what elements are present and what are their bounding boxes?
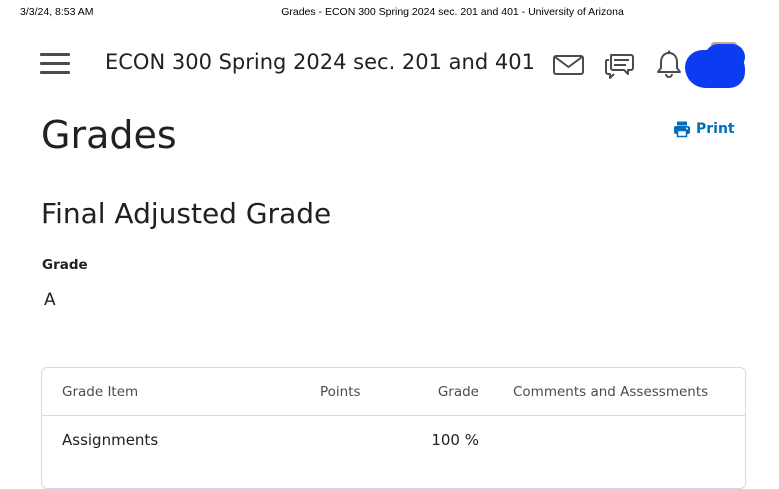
- row-grade-item: Assignments: [62, 431, 159, 449]
- header-grade: Grade: [437, 384, 479, 400]
- row-grade: 100 %: [431, 431, 479, 449]
- page-title: Grades: [41, 113, 177, 157]
- course-title[interactable]: ECON 300 Spring 2024 sec. 201 and 401: [105, 50, 535, 74]
- table-header: Grade Item Points Grade Comments and Ass…: [42, 368, 745, 416]
- print-header: 3/3/24, 8:53 AM Grades - ECON 300 Spring…: [0, 0, 779, 22]
- navbar: ECON 300 Spring 2024 sec. 201 and 401: [0, 36, 779, 92]
- print-label: Print: [696, 121, 735, 137]
- grades-table: Grade Item Points Grade Comments and Ass…: [41, 367, 746, 489]
- grade-label: Grade: [42, 257, 88, 273]
- final-grade-value: A: [44, 290, 56, 310]
- final-adjusted-grade-title: Final Adjusted Grade: [41, 197, 332, 230]
- header-grade-item: Grade Item: [62, 384, 139, 400]
- menu-icon[interactable]: [40, 53, 72, 77]
- table-row: Assignments 100 %: [42, 416, 745, 464]
- mail-icon[interactable]: [552, 49, 586, 79]
- printer-icon: [674, 121, 690, 138]
- chat-icon[interactable]: [602, 49, 636, 79]
- header-comments: Comments and Assessments: [513, 384, 709, 400]
- print-document-title: Grades - ECON 300 Spring 2024 sec. 201 a…: [281, 6, 624, 18]
- print-button[interactable]: Print: [673, 120, 735, 138]
- avatar[interactable]: [683, 42, 747, 92]
- bell-icon[interactable]: [652, 49, 686, 79]
- header-points: Points: [320, 384, 361, 400]
